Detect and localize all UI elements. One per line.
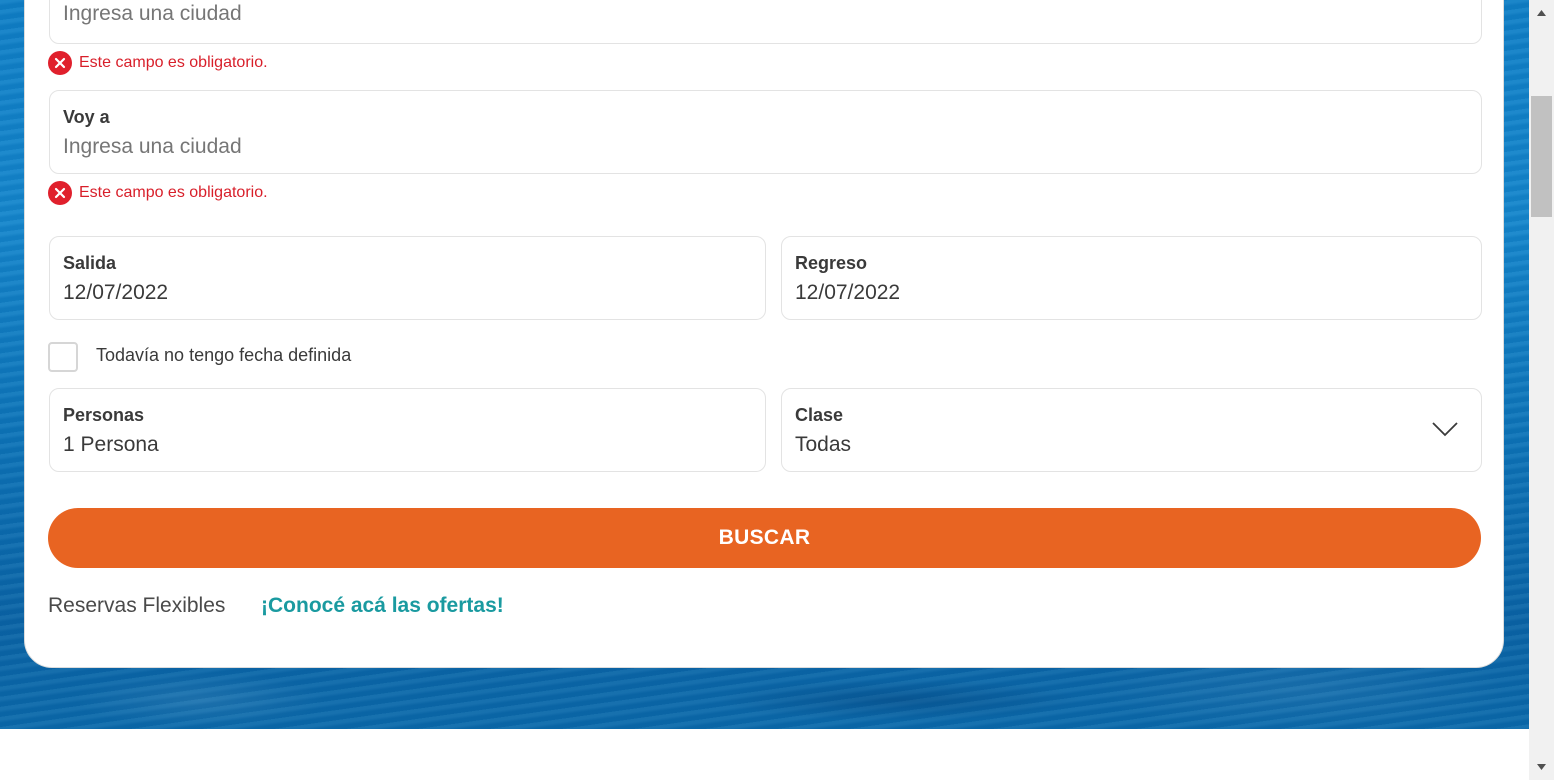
departure-value: 12/07/2022 (63, 281, 169, 304)
return-date-field[interactable]: Regreso 12/07/2022 (781, 236, 1482, 320)
page-scrollbar[interactable] (1529, 0, 1554, 780)
error-circle-x-icon (48, 181, 72, 205)
destination-placeholder: Ingresa una ciudad (63, 135, 242, 158)
departure-date-field[interactable]: Salida 12/07/2022 (49, 236, 766, 320)
scroll-up-arrow-icon[interactable] (1529, 3, 1554, 23)
no-date-checkbox[interactable] (48, 342, 78, 372)
chevron-down-icon[interactable] (1431, 421, 1459, 437)
passengers-label: Personas (63, 405, 145, 425)
origin-placeholder: Ingresa una ciudad (63, 2, 242, 25)
scrollbar-thumb[interactable] (1531, 96, 1552, 217)
no-date-checkbox-label[interactable]: Todavía no tengo fecha definida (96, 345, 351, 366)
destination-error: Este campo es obligatorio. (48, 181, 268, 205)
departure-label: Salida (63, 253, 117, 273)
passengers-value: 1 Persona (63, 433, 159, 456)
error-circle-x-icon (48, 51, 72, 75)
flexible-reservations-text: Reservas Flexibles (48, 594, 226, 617)
class-select[interactable]: Clase Todas (781, 388, 1482, 472)
return-label: Regreso (795, 253, 868, 273)
destination-error-text: Este campo es obligatorio. (79, 184, 268, 201)
return-value: 12/07/2022 (795, 281, 901, 304)
destination-label: Voy a (63, 107, 110, 127)
class-label: Clase (795, 405, 844, 425)
passengers-field[interactable]: Personas 1 Persona (49, 388, 766, 472)
offers-link[interactable]: ¡Conocé acá las ofertas! (261, 594, 504, 618)
origin-field[interactable]: Ingresa una ciudad (49, 0, 1482, 44)
class-value: Todas (795, 433, 852, 456)
search-button[interactable]: BUSCAR (48, 508, 1481, 568)
page-viewport: Ingresa una ciudad Voy a Ingresa una ciu… (0, 0, 1529, 780)
destination-field[interactable]: Voy a Ingresa una ciudad (49, 90, 1482, 174)
origin-error-text: Este campo es obligatorio. (79, 54, 268, 71)
origin-error: Este campo es obligatorio. (48, 51, 268, 75)
scroll-down-arrow-icon[interactable] (1529, 757, 1554, 777)
